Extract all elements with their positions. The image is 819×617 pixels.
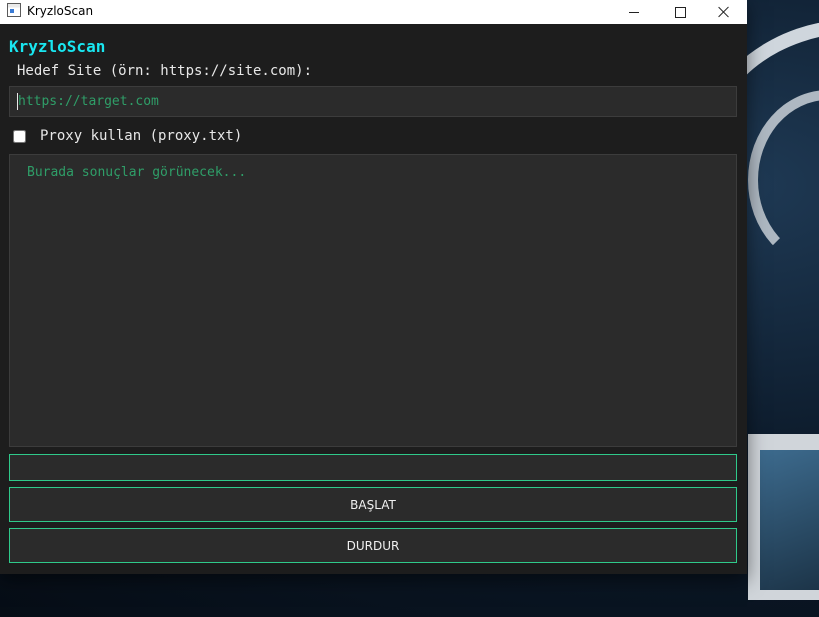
stop-button[interactable]: DURDUR — [9, 528, 737, 563]
minimize-button[interactable] — [611, 0, 657, 24]
main-content: KryzloScan Hedef Site (örn: https://site… — [0, 24, 747, 574]
results-textarea[interactable]: Burada sonuçlar görünecek... — [9, 154, 737, 447]
app-window-icon — [7, 3, 21, 17]
start-button[interactable]: BAŞLAT — [9, 487, 737, 522]
title-bar[interactable]: KryzloScan — [0, 0, 747, 24]
window-title: KryzloScan — [27, 4, 94, 18]
proxy-checkbox-label[interactable]: Proxy kullan (proxy.txt) — [40, 128, 242, 144]
proxy-checkbox[interactable] — [13, 129, 26, 143]
app-heading: KryzloScan — [9, 37, 106, 56]
results-placeholder: Burada sonuçlar görünecek... — [27, 165, 247, 180]
maximize-icon — [674, 6, 686, 18]
close-icon — [718, 6, 730, 18]
wallpaper-block-inner — [760, 450, 819, 590]
minimize-icon — [629, 11, 639, 13]
close-button[interactable] — [701, 0, 747, 24]
app-window: KryzloScan KryzloScan Hedef Site (örn: h… — [0, 0, 747, 574]
progress-bar — [9, 454, 737, 481]
target-url-input[interactable] — [9, 86, 737, 117]
text-caret — [17, 93, 18, 110]
maximize-button[interactable] — [657, 0, 703, 24]
target-site-label: Hedef Site (örn: https://site.com): — [17, 63, 313, 79]
proxy-option-row[interactable]: Proxy kullan (proxy.txt) — [13, 127, 242, 145]
